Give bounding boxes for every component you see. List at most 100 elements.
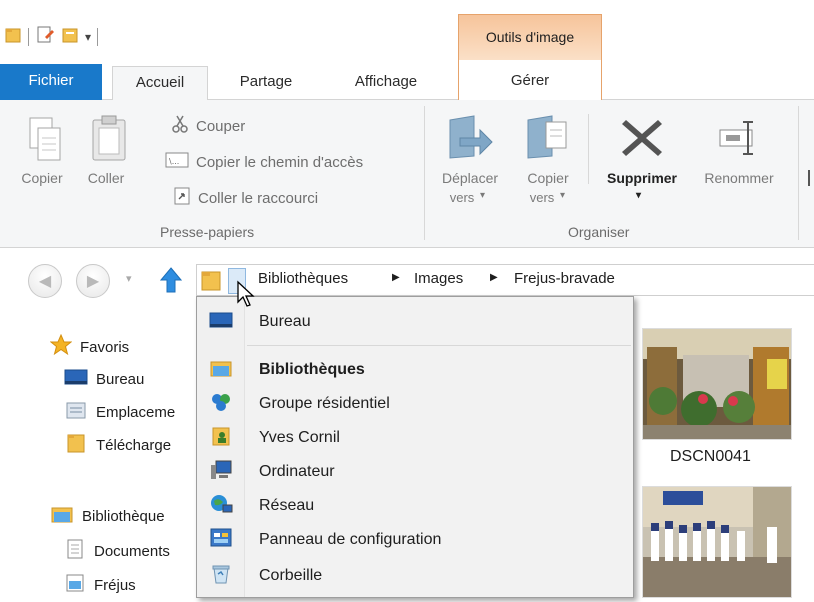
dropdown-separator — [247, 345, 631, 346]
contextual-tab-title: Outils d'image — [485, 29, 575, 45]
clipboard-group-label: Presse-papiers — [160, 224, 255, 240]
copy-to-label-2: vers — [529, 190, 555, 205]
dropdown-item-label: Corbeille — [259, 567, 323, 584]
nav-downloads[interactable]: Télécharge — [64, 432, 171, 458]
back-button[interactable]: ◀ — [28, 264, 62, 298]
thumbnail-dscn0041[interactable] — [642, 328, 792, 440]
paste-shortcut-label: Coller le raccourci — [198, 189, 319, 207]
dropdown-item-desktop[interactable]: Bureau — [197, 307, 633, 337]
dropdown-item-label: Bureau — [259, 313, 311, 330]
qat-separator — [97, 28, 99, 46]
folder-icon — [4, 26, 22, 48]
nav-frejus-label: Fréjus — [94, 576, 136, 594]
nav-recent-places[interactable]: Emplaceme — [64, 400, 175, 424]
tab-home[interactable]: Accueil — [112, 66, 208, 101]
control-panel-icon — [209, 527, 233, 553]
star-icon — [49, 333, 73, 360]
ribbon: Copier Coller Couper \... Copier le chem… — [0, 100, 814, 248]
copy-path-button[interactable]: \... Copier le chemin d'accès — [164, 150, 363, 174]
new-folder-icon[interactable] — [61, 26, 79, 48]
mouse-cursor-icon — [236, 280, 258, 312]
move-to-label-2: vers — [449, 190, 475, 205]
delete-dropdown-icon: ▾ — [636, 190, 642, 201]
dropdown-item-computer[interactable]: Ordinateur — [197, 457, 633, 487]
nav-libraries[interactable]: Bibliothèque — [50, 504, 165, 528]
breadcrumb-images[interactable]: Images — [414, 270, 463, 287]
address-root-dropdown: Bureau Bibliothèques Groupe résidentiel … — [196, 296, 634, 598]
group-separator — [588, 114, 589, 184]
nav-favorites[interactable]: Favoris — [49, 333, 129, 360]
delete-icon — [620, 116, 664, 164]
dropdown-item-label: Groupe résidentiel — [259, 395, 390, 412]
dropdown-item-label: Réseau — [259, 497, 315, 514]
folder-icon — [200, 268, 222, 296]
thumbnail-2[interactable] — [642, 486, 792, 598]
dropdown-item-homegroup[interactable]: Groupe résidentiel — [197, 389, 633, 419]
breadcrumb-separator-icon[interactable]: ▶ — [392, 272, 400, 283]
rename-label: Renommer — [704, 170, 774, 186]
navigation-pane: Favoris Bureau Emplaceme Télécharge Bibl… — [0, 310, 196, 602]
paste-icon — [90, 114, 130, 168]
svg-text:\...: \... — [169, 157, 179, 166]
qat-customize-icon[interactable]: ▾ — [85, 30, 91, 44]
paste-button[interactable]: Coller — [74, 110, 154, 210]
tab-manage[interactable]: Gérer — [458, 60, 602, 100]
rename-button[interactable]: Renommer — [690, 108, 788, 220]
dropdown-item-libraries[interactable]: Bibliothèques — [197, 355, 633, 385]
delete-button[interactable]: Supprimer ▾ — [594, 108, 690, 220]
documents-icon — [64, 538, 86, 564]
copy-button[interactable]: Copier — [14, 110, 70, 210]
cut-button[interactable]: Couper — [170, 114, 245, 138]
paste-label: Coller — [87, 170, 125, 186]
libraries-icon — [209, 358, 233, 382]
copy-to-icon — [524, 112, 572, 166]
copy-label: Copier — [21, 170, 63, 186]
breadcrumb-libraries[interactable]: Bibliothèques — [258, 270, 348, 287]
paste-shortcut-button[interactable]: Coller le raccourci — [172, 186, 318, 210]
copy-path-icon: \... — [164, 150, 190, 174]
tab-share[interactable]: Partage — [222, 66, 310, 100]
nav-desktop[interactable]: Bureau — [64, 368, 144, 390]
copy-to-button[interactable]: Copier vers ▾ — [512, 108, 584, 220]
move-to-icon — [446, 112, 494, 166]
up-arrow-icon[interactable] — [159, 266, 183, 298]
paste-shortcut-icon — [172, 186, 192, 210]
nav-recent-places-label: Emplaceme — [96, 403, 176, 421]
ribbon-overflow-edge — [808, 170, 810, 186]
nav-downloads-label: Télécharge — [96, 436, 172, 454]
copy-to-label: Copier — [527, 170, 569, 186]
network-icon — [209, 493, 233, 519]
photo-thumbnail — [643, 329, 791, 439]
scissors-icon — [170, 114, 190, 138]
move-to-button[interactable]: Déplacer vers ▾ — [430, 108, 510, 220]
recent-locations-icon[interactable]: ▾ — [126, 272, 132, 285]
group-separator — [424, 106, 425, 240]
nav-frejus[interactable]: Fréjus — [64, 572, 136, 598]
nav-documents[interactable]: Documents — [64, 538, 170, 564]
delete-label: Supprimer — [606, 170, 677, 186]
tab-file[interactable]: Fichier — [0, 64, 102, 100]
dropdown-item-control-panel[interactable]: Panneau de configuration — [197, 525, 633, 555]
ribbon-tab-row: Fichier Accueil Partage Affichage Gérer — [0, 60, 814, 101]
breadcrumb-separator-icon[interactable]: ▶ — [490, 272, 498, 283]
nav-libraries-label: Bibliothèque — [82, 507, 165, 525]
copy-icon — [28, 116, 62, 166]
forward-button[interactable]: ▶ — [76, 264, 110, 298]
breadcrumb-frejus-bravade[interactable]: Frejus-bravade — [514, 270, 615, 287]
forward-arrow-icon: ▶ — [86, 271, 100, 290]
dropdown-item-label: Ordinateur — [259, 463, 335, 480]
group-separator — [798, 106, 799, 240]
dropdown-item-network[interactable]: Réseau — [197, 491, 633, 521]
dropdown-item-user[interactable]: Yves Cornil — [197, 423, 633, 453]
library-item-icon — [64, 572, 86, 598]
dropdown-item-label: Yves Cornil — [259, 429, 340, 446]
properties-icon[interactable] — [35, 25, 55, 49]
title-bar: ▾ Outils d'image — [0, 0, 814, 60]
tab-view[interactable]: Affichage — [330, 66, 442, 100]
libraries-icon — [50, 504, 74, 528]
copy-to-dropdown-icon: ▾ — [560, 190, 566, 201]
homegroup-icon — [210, 391, 232, 417]
dropdown-item-recycle-bin[interactable]: Corbeille — [197, 561, 633, 591]
copy-path-label: Copier le chemin d'accès — [196, 153, 364, 171]
quick-access-toolbar: ▾ — [4, 24, 99, 50]
